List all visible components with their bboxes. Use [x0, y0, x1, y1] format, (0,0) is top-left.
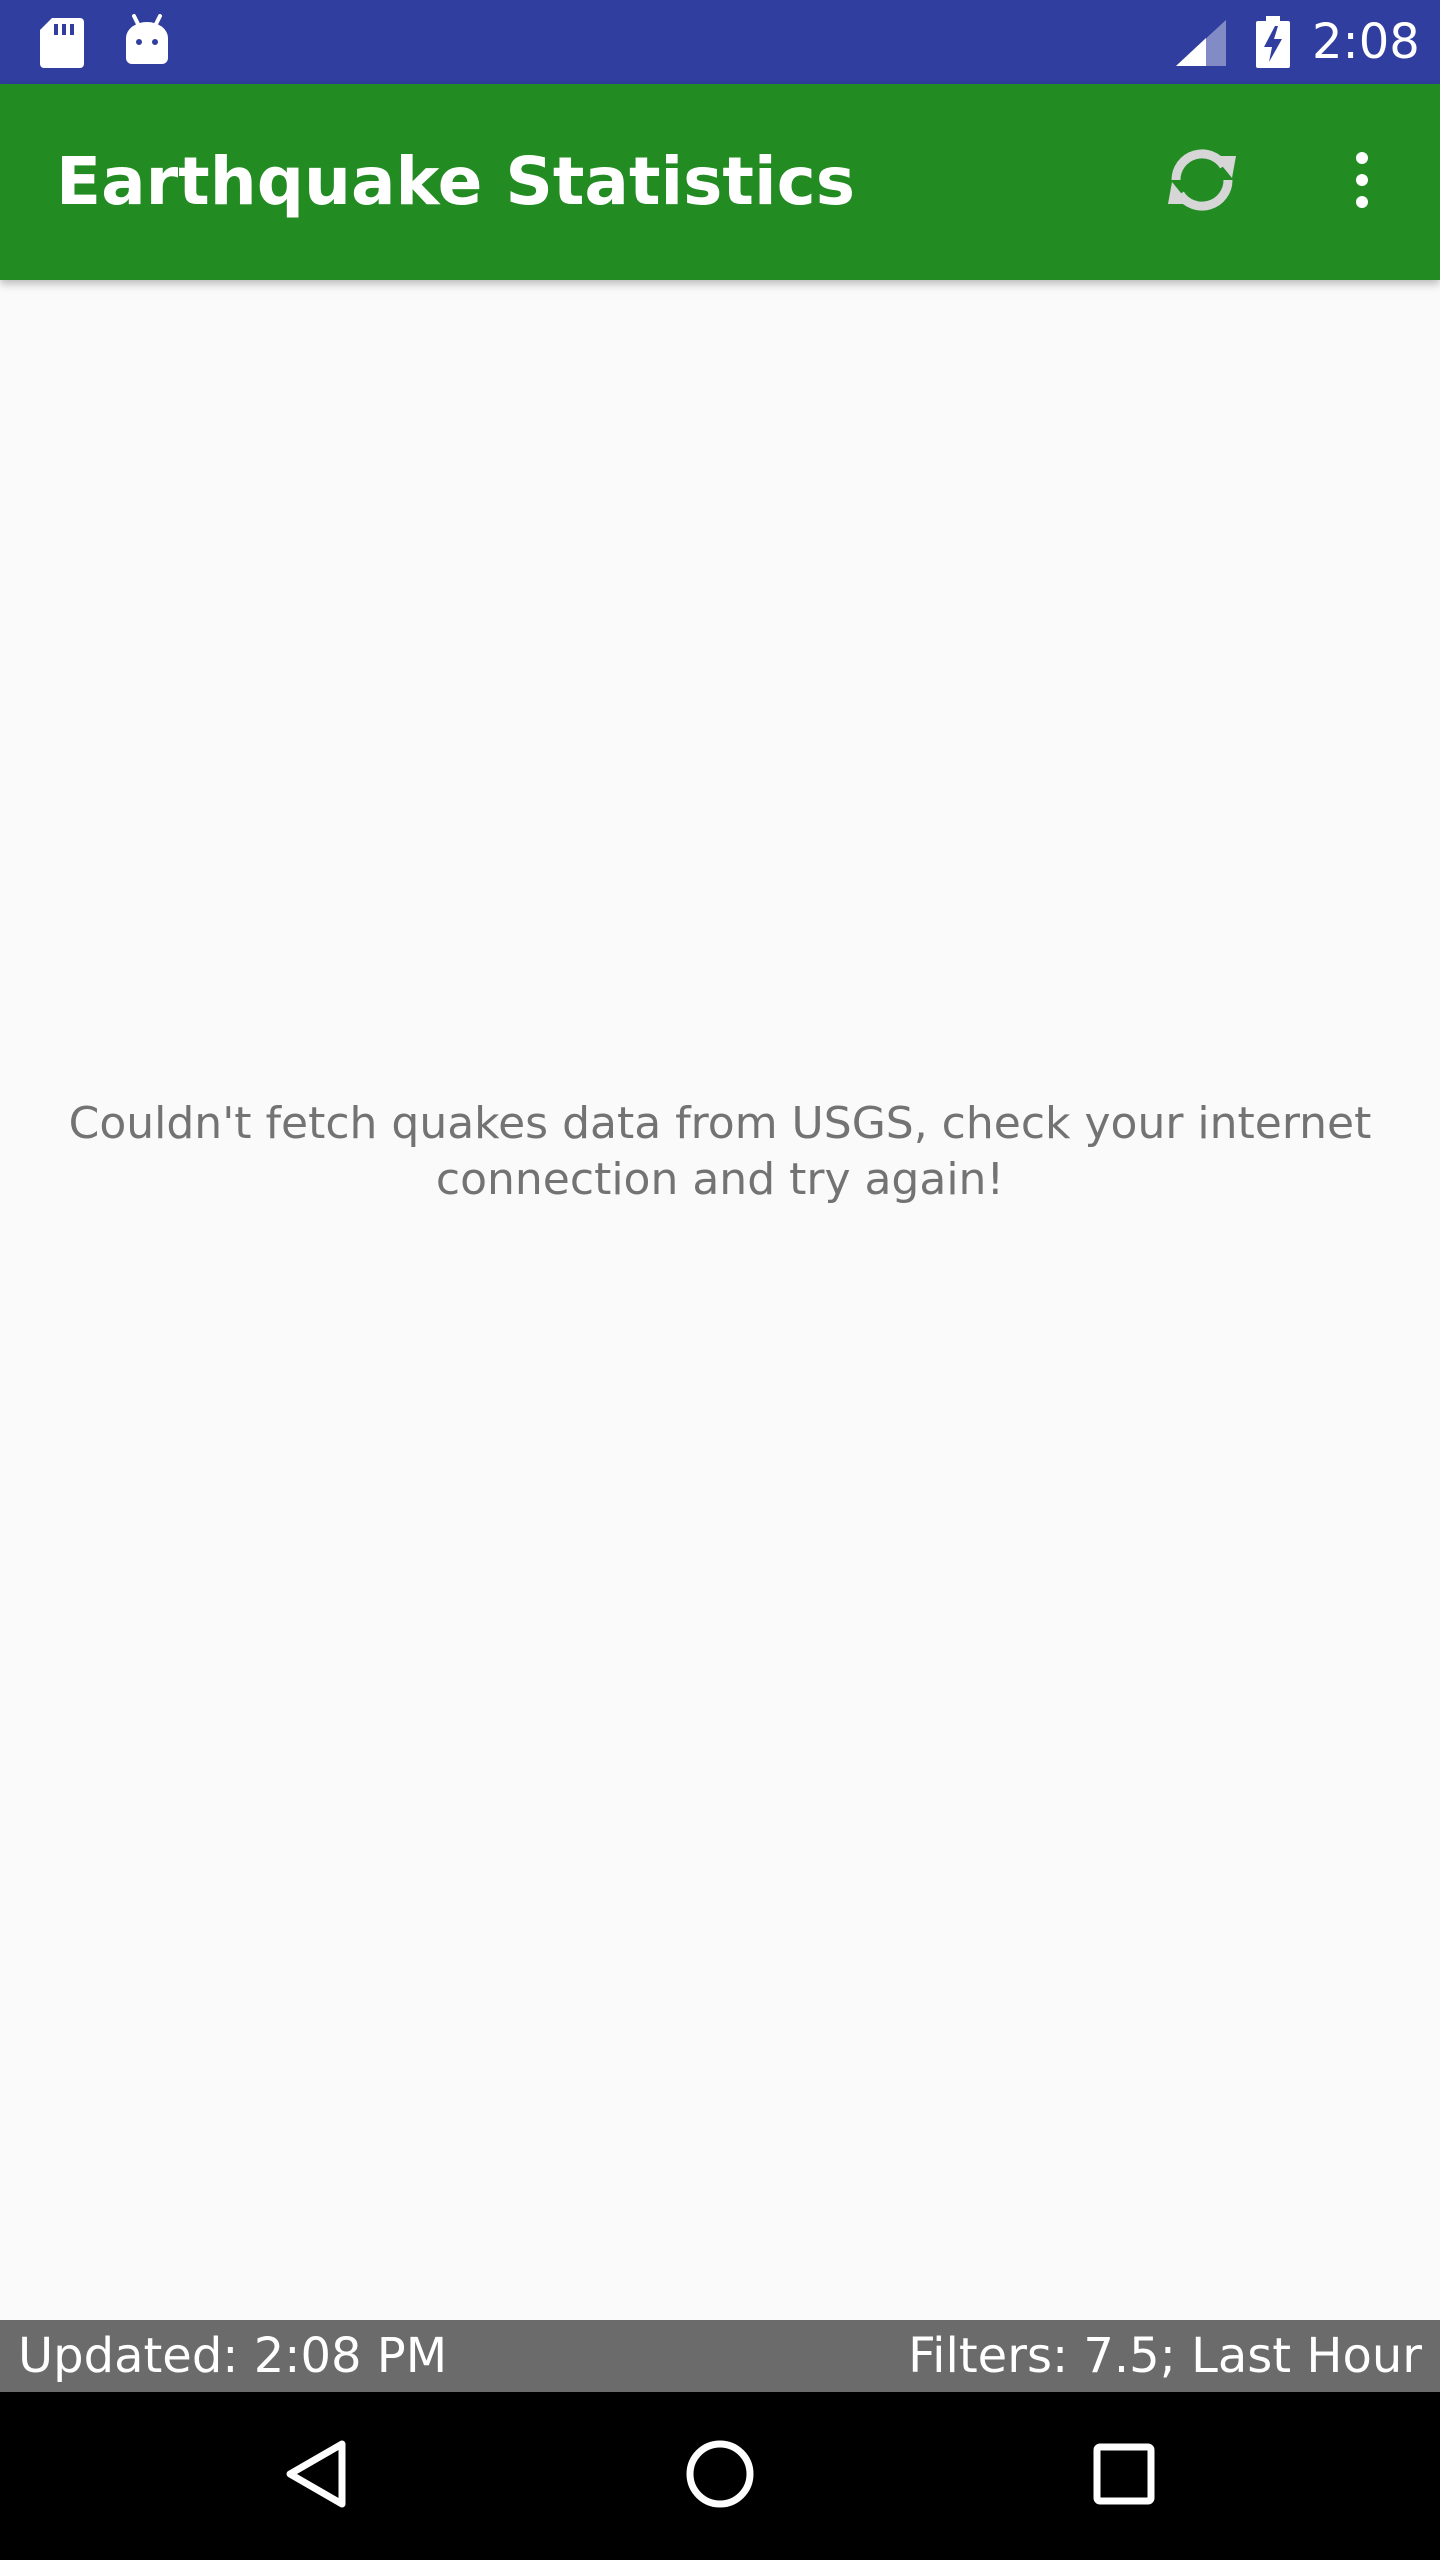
navigation-bar: [0, 2392, 1440, 2560]
signal-icon: [1176, 20, 1226, 70]
overflow-menu-button[interactable]: [1320, 128, 1404, 236]
battery-charging-icon: [1256, 16, 1290, 72]
refresh-button[interactable]: [1136, 128, 1268, 236]
refresh-icon: [1158, 136, 1246, 228]
android-debug-icon: [124, 14, 170, 68]
app-title: Earthquake Statistics: [56, 143, 855, 220]
recents-icon: [1093, 2443, 1155, 2509]
quake-list-area: Couldn't fetch quakes data from USGS, ch…: [0, 280, 1440, 2320]
footer-status-bar: Updated: 2:08 PM Filters: 7.5; Last Hour: [0, 2320, 1440, 2392]
more-vert-icon: [1354, 150, 1370, 214]
status-clock: 2:08: [1312, 14, 1420, 70]
home-icon: [685, 2439, 755, 2513]
updated-time-label: Updated: 2:08 PM: [18, 2328, 448, 2384]
sd-card-icon: [40, 18, 84, 72]
home-button[interactable]: [660, 2416, 780, 2536]
app-toolbar: Earthquake Statistics: [0, 84, 1440, 280]
empty-state-message: Couldn't fetch quakes data from USGS, ch…: [68, 1098, 1372, 1205]
back-button[interactable]: [256, 2416, 376, 2536]
filters-label: Filters: 7.5; Last Hour: [908, 2328, 1422, 2384]
back-icon: [284, 2438, 348, 2514]
recents-button[interactable]: [1064, 2416, 1184, 2536]
status-bar: 2:08: [0, 0, 1440, 84]
